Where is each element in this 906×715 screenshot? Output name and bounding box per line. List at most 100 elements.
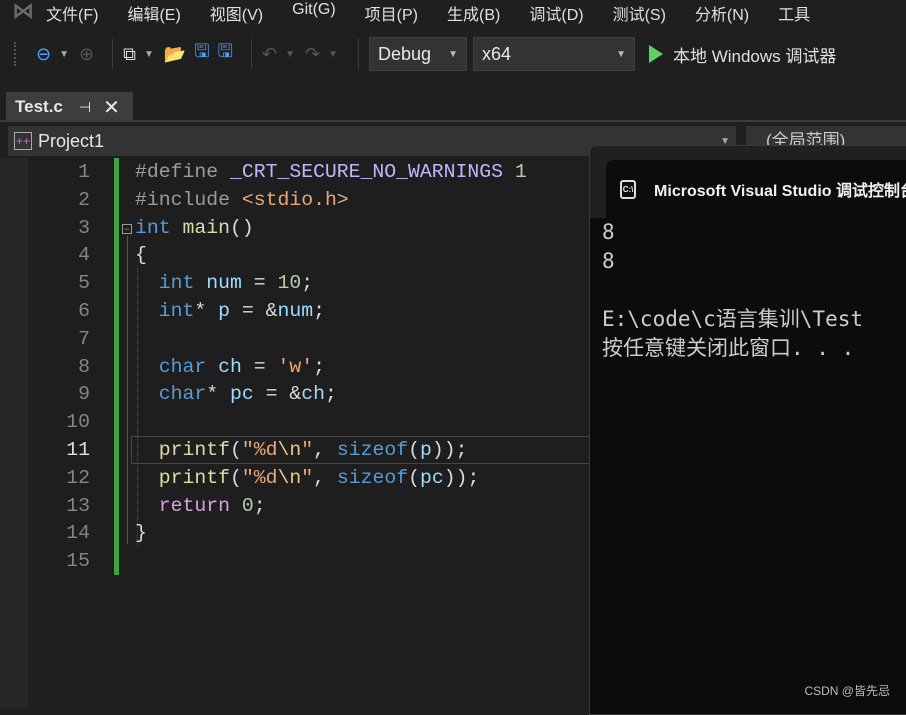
save-icon[interactable]: 🖫 (194, 39, 209, 69)
console-title-bar: C:\ Microsoft Visual Studio 调试控制台 (590, 146, 906, 218)
code-token: ; (301, 272, 314, 295)
line-number: 4 (78, 244, 90, 267)
line-number: 5 (78, 272, 90, 295)
code-token: printf (158, 439, 230, 461)
redo-icon[interactable]: ↷ (305, 44, 320, 65)
redo-dropdown-icon[interactable]: ▼ (328, 49, 338, 60)
code-token: <stdio.h> (241, 188, 349, 211)
back-dropdown-icon[interactable]: ▼ (59, 49, 69, 60)
menu-item[interactable]: 视图(V) (210, 1, 263, 25)
code-text: char ch = 'w'; (135, 353, 325, 381)
menu-item[interactable]: Git(G) (292, 1, 336, 25)
navigate-back-icon[interactable]: ⊖ (36, 44, 51, 65)
code-token: = (241, 355, 278, 378)
new-project-icon[interactable]: ⧉ (123, 44, 136, 65)
navigate-forward-icon[interactable]: ⊕ (79, 44, 94, 65)
code-token: \n (277, 466, 302, 489)
code-token: ; (324, 383, 337, 406)
toolbar-grip[interactable] (14, 42, 18, 66)
code-token: ( (408, 466, 420, 489)
code-text: int* p = &num; (135, 297, 325, 325)
code-token: ; (313, 355, 325, 378)
terminal-icon: C:\ (620, 179, 637, 199)
document-tabs: Test.c ⊣ ✕ (0, 92, 906, 122)
code-token: )); (431, 439, 468, 461)
code-token: = & (253, 383, 302, 406)
menu-item[interactable]: 项目(P) (365, 1, 418, 25)
menu-item[interactable]: 编辑(E) (127, 1, 180, 25)
menu-item[interactable]: 工具 (778, 1, 810, 25)
code-token: int (158, 272, 195, 295)
menu-item[interactable]: 调试(D) (529, 1, 583, 25)
line-number: 8 (78, 355, 90, 378)
code-token: ch (218, 355, 242, 378)
visual-studio-logo-icon[interactable]: ⋈ (0, 0, 46, 29)
chevron-down-icon: ▼ (616, 48, 626, 60)
code-text: printf("%d\n", sizeof(pc)); (135, 464, 480, 492)
code-token: () (229, 216, 254, 239)
code-token: #include (135, 188, 242, 211)
code-token: { (135, 244, 147, 267)
code-token: return (158, 494, 230, 517)
pin-icon[interactable]: ⊣ (79, 99, 91, 116)
code-token: " (301, 466, 314, 489)
platform-select[interactable]: x64 ▼ (472, 37, 635, 71)
start-debugging-button[interactable]: 本地 Windows 调试器 (648, 42, 836, 67)
new-dropdown-icon[interactable]: ▼ (144, 49, 154, 60)
menu-item[interactable]: 分析(N) (695, 1, 749, 25)
code-token: char (158, 355, 207, 378)
undo-dropdown-icon[interactable]: ▼ (285, 49, 295, 60)
menu-item[interactable]: 文件(F) (46, 1, 98, 25)
undo-icon[interactable]: ↶ (262, 44, 277, 65)
line-number: 13 (66, 494, 90, 517)
code-token: pc (229, 383, 254, 406)
separator (112, 39, 114, 69)
code-token: #define (135, 161, 230, 183)
tab-test-c[interactable]: Test.c ⊣ ✕ (6, 92, 133, 122)
code-token: )); (443, 466, 480, 489)
code-token: 1 (514, 161, 527, 183)
console-tab[interactable]: C:\ Microsoft Visual Studio 调试控制台 (606, 160, 906, 218)
code-text: char* pc = &ch; (135, 380, 337, 408)
code-text: #include <stdio.h> (135, 186, 349, 214)
code-token: _CRT_SECURE_NO_WARNINGS (229, 161, 503, 183)
code-token: \n (277, 439, 302, 461)
tab-label: Test.c (15, 97, 63, 116)
menu-item[interactable]: 测试(S) (613, 1, 666, 25)
code-token: } (135, 522, 147, 545)
watermark: CSDN @皆先忌 (804, 684, 890, 698)
save-all-icon[interactable]: 🖫 (218, 39, 233, 69)
code-token: pc (419, 466, 444, 489)
configuration-value: Debug (377, 43, 432, 64)
line-number: 3 (78, 216, 90, 239)
code-text: return 0; (135, 492, 266, 520)
code-token: ; (313, 300, 325, 322)
code-token: sizeof (336, 439, 409, 461)
line-number: 1 (78, 161, 90, 183)
code-token: * (194, 300, 219, 322)
open-folder-icon[interactable]: 📂 (164, 44, 186, 65)
code-token: ( (408, 439, 420, 461)
menu-item[interactable]: 生成(B) (447, 1, 500, 25)
code-token: sizeof (336, 466, 409, 489)
code-token: p (419, 439, 432, 461)
project-name: Project1 (38, 130, 105, 151)
line-number: 12 (66, 466, 90, 489)
code-token: int (158, 300, 195, 322)
project-icon: ++ (14, 132, 32, 150)
configuration-select[interactable]: Debug ▼ (368, 37, 467, 71)
close-icon[interactable]: ✕ (103, 95, 120, 120)
toolbar: ⊖ ▼ ⊕ ⧉ ▼ 📂 🖫 🖫 ↶ ▼ ↷ ▼ Debug ▼ x64 ▼ 本地 Windo… (0, 36, 906, 72)
line-number: 2 (78, 188, 90, 211)
debug-console-window[interactable]: C:\ Microsoft Visual Studio 调试控制台 8 8 E:\… (589, 145, 906, 715)
console-title: Microsoft Visual Studio 调试控制台 (654, 183, 906, 200)
line-number: 11 (66, 439, 90, 461)
code-token: char (158, 383, 207, 406)
